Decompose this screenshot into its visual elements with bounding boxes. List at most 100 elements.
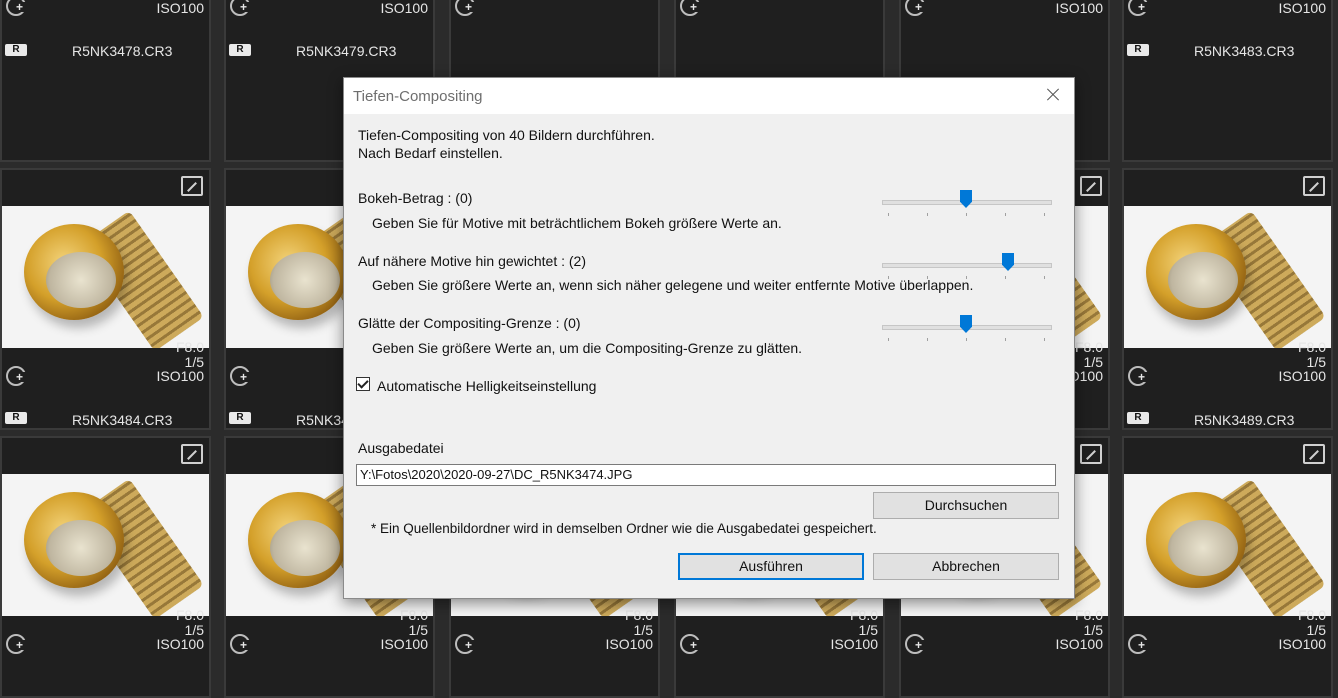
aperture-value: F8.0: [175, 339, 204, 355]
raw-badge: R: [1127, 44, 1149, 56]
output-file-label: Ausgabedatei: [358, 440, 444, 456]
add-to-collection-icon[interactable]: [6, 0, 26, 16]
raw-badge: R: [5, 412, 27, 424]
exif-info: F8.01/5ISO100: [1056, 608, 1103, 652]
near-subject-weight-slider[interactable]: [882, 253, 1052, 279]
aperture-value: F8.0: [1074, 607, 1103, 623]
thumbnail-image[interactable]: [1124, 206, 1331, 348]
thumbnail-cell[interactable]: F8.01/5ISO100 R R5NK3483.CR3: [1122, 0, 1333, 162]
iso-value: ISO100: [605, 636, 653, 652]
output-file-input[interactable]: Y:\Fotos\2020\2020-09-27\DC_R5NK3474.JPG: [356, 464, 1056, 486]
add-to-collection-icon[interactable]: [230, 634, 250, 654]
add-to-collection-icon[interactable]: [6, 634, 26, 654]
slider-tick: [888, 276, 889, 279]
cancel-button[interactable]: Abbrechen: [873, 553, 1059, 580]
run-button[interactable]: Ausführen: [678, 553, 864, 580]
add-to-collection-icon[interactable]: [6, 366, 26, 386]
watch-face: [1168, 520, 1238, 576]
boundary-smoothness-label: Glätte der Compositing-Grenze : (0): [358, 315, 581, 331]
add-to-collection-icon[interactable]: [1128, 634, 1148, 654]
add-to-collection-icon[interactable]: [230, 0, 250, 16]
zoom-icon[interactable]: [1080, 176, 1102, 196]
shutter-value: 1/5: [858, 621, 878, 638]
iso-value: ISO100: [156, 0, 204, 16]
raw-badge: R: [229, 44, 251, 56]
zoom-icon[interactable]: [1080, 444, 1102, 464]
zoom-icon[interactable]: [1303, 444, 1325, 464]
slider-tick: [966, 338, 967, 341]
near-subject-weight-label: Auf nähere Motive hin gewichtet : (2): [358, 253, 587, 269]
slider-tick: [927, 276, 928, 279]
auto-brightness-checkbox[interactable]: [356, 377, 370, 391]
iso-value: ISO100: [156, 636, 204, 652]
slider-tick: [888, 213, 889, 216]
slider-track: [882, 263, 1052, 268]
bokeh-amount-slider[interactable]: [882, 190, 1052, 216]
add-to-collection-icon[interactable]: [905, 0, 925, 16]
thumbnail-cell[interactable]: F8.01/5ISO100: [1122, 436, 1333, 698]
watch-face: [270, 520, 340, 576]
aperture-value: F8.0: [624, 607, 653, 623]
add-to-collection-icon[interactable]: [1128, 366, 1148, 386]
add-to-collection-icon[interactable]: [680, 0, 700, 16]
file-name: R5NK3483.CR3: [1194, 43, 1295, 59]
bokeh-amount-label: Bokeh-Betrag : (0): [358, 190, 473, 206]
iso-value: ISO100: [1278, 0, 1326, 16]
thumbnail-image[interactable]: [1124, 474, 1331, 616]
aperture-value: F8.0: [399, 607, 428, 623]
add-to-collection-icon[interactable]: [455, 0, 475, 16]
iso-value: ISO100: [380, 0, 428, 16]
intro-text-line1: Tiefen-Compositing von 40 Bildern durchf…: [358, 127, 655, 143]
add-to-collection-icon[interactable]: [905, 634, 925, 654]
exif-info: F8.01/5ISO100: [1279, 340, 1326, 384]
file-name: R5NK3479.CR3: [296, 43, 397, 59]
thumbnail-cell[interactable]: F8.01/5ISO100 R R5NK3484.CR3: [0, 168, 211, 430]
boundary-smoothness-slider[interactable]: [882, 315, 1052, 341]
add-to-collection-icon[interactable]: [680, 634, 700, 654]
slider-tick: [927, 213, 928, 216]
slider-thumb[interactable]: [960, 190, 972, 208]
file-name: R5NK3489.CR3: [1194, 412, 1295, 428]
slider-tick: [1044, 338, 1045, 341]
thumbnail-cell[interactable]: F8.01/5ISO100 R R5NK3478.CR3: [0, 0, 211, 162]
exif-info: F8.01/5ISO100: [1279, 608, 1326, 652]
aperture-value: F8.0: [849, 607, 878, 623]
slider-thumb[interactable]: [1002, 253, 1014, 271]
raw-badge: R: [229, 412, 251, 424]
slider-tick: [1005, 276, 1006, 279]
shutter-value: 1/5: [408, 621, 428, 638]
watch-face: [1168, 252, 1238, 308]
near-subject-weight-hint: Geben Sie größere Werte an, wenn sich nä…: [372, 277, 974, 293]
add-to-collection-icon[interactable]: [1128, 0, 1148, 16]
iso-value: ISO100: [830, 636, 878, 652]
browse-button[interactable]: Durchsuchen: [873, 492, 1059, 519]
aperture-value: F8.0: [1297, 607, 1326, 623]
shutter-value: 1/5: [1306, 621, 1326, 638]
slider-tick: [1005, 338, 1006, 341]
add-to-collection-icon[interactable]: [455, 634, 475, 654]
shutter-value: 1/5: [1306, 353, 1326, 370]
exif-info: F8.01/5ISO100: [1056, 0, 1103, 16]
slider-tick: [966, 213, 967, 216]
thumbnail-image[interactable]: [2, 474, 209, 616]
add-to-collection-icon[interactable]: [230, 366, 250, 386]
zoom-icon[interactable]: [1303, 176, 1325, 196]
close-icon[interactable]: [1042, 84, 1064, 106]
thumbnail-cell[interactable]: F8.01/5ISO100 R R5NK3489.CR3: [1122, 168, 1333, 430]
auto-brightness-label[interactable]: Automatische Helligkeitseinstellung: [377, 378, 596, 394]
shutter-value: 1/5: [184, 353, 204, 370]
exif-info: F8.01/5ISO100: [157, 0, 204, 16]
zoom-icon[interactable]: [181, 444, 203, 464]
intro-text-line2: Nach Bedarf einstellen.: [358, 145, 503, 161]
zoom-icon[interactable]: [181, 176, 203, 196]
slider-tick: [1044, 276, 1045, 279]
raw-badge: R: [5, 44, 27, 56]
exif-info: F8.01/5ISO100: [381, 608, 428, 652]
thumbnail-cell[interactable]: F8.01/5ISO100: [0, 436, 211, 698]
thumbnail-image[interactable]: [2, 206, 209, 348]
watch-face: [46, 520, 116, 576]
file-name: R5NK3484.CR3: [72, 412, 173, 428]
slider-thumb[interactable]: [960, 315, 972, 333]
slider-tick: [966, 276, 967, 279]
raw-badge: R: [1127, 412, 1149, 424]
